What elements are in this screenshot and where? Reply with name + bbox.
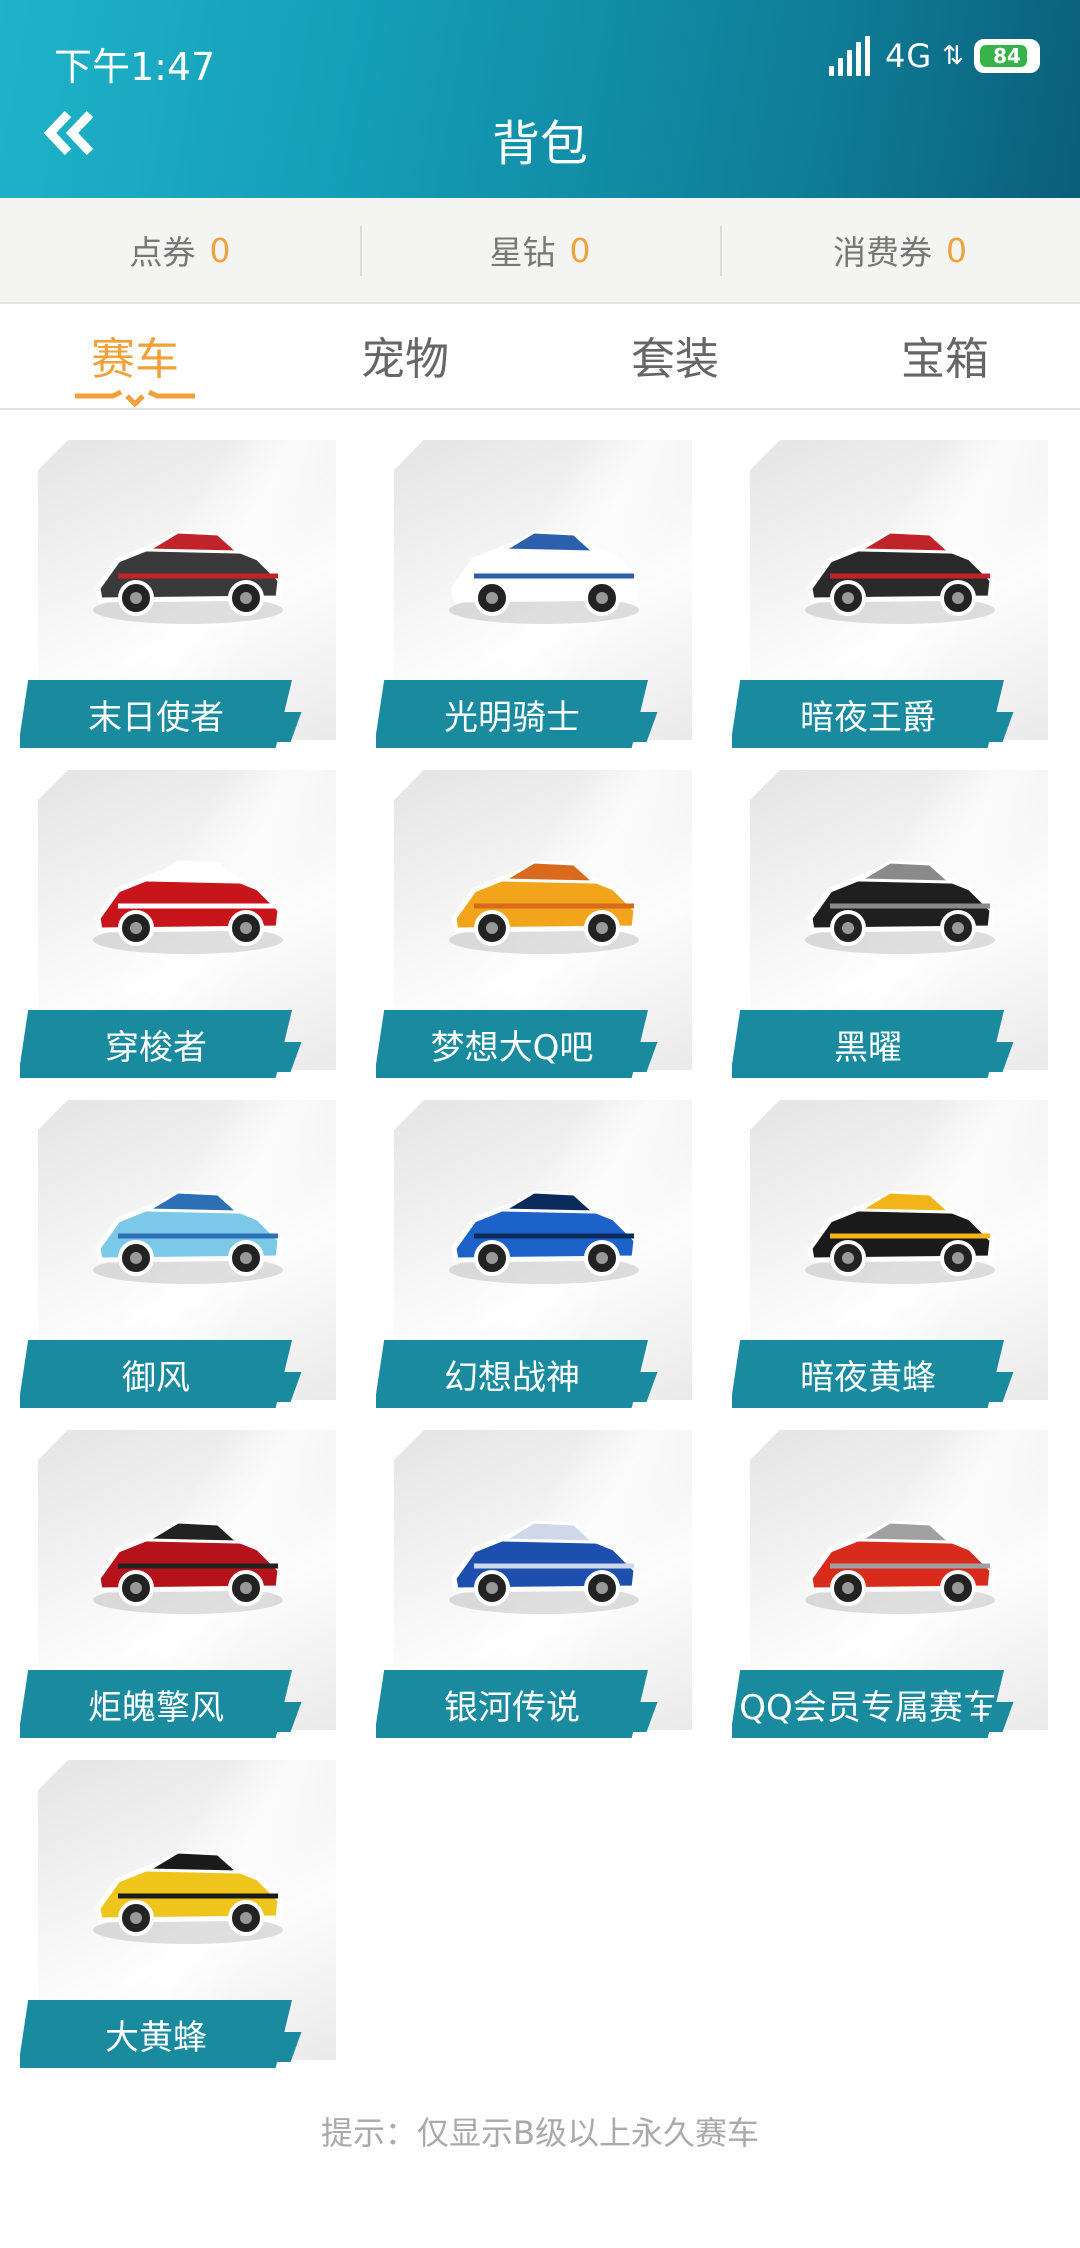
car-image — [449, 530, 639, 624]
tab-outfits[interactable]: 套装 — [540, 302, 810, 408]
data-transfer-icon: ⇅ — [942, 41, 964, 71]
car-image — [93, 1190, 283, 1284]
currency-value: 0 — [569, 230, 591, 270]
tab-pets[interactable]: 宠物 — [270, 302, 540, 408]
currency-dianquan: 点券 0 — [0, 198, 360, 302]
car-image — [93, 530, 283, 624]
tab-chests[interactable]: 宝箱 — [810, 302, 1080, 408]
network-type: 4G — [885, 37, 933, 75]
currency-label: 星钻 — [489, 233, 556, 272]
tab-label: 套装 — [631, 334, 719, 385]
car-item[interactable]: QQ会员专属赛车 — [732, 1430, 1052, 1740]
page-title: 背包 — [491, 116, 588, 172]
car-image — [805, 1520, 995, 1614]
car-image — [93, 860, 283, 954]
car-item[interactable]: 梦想大Q吧 — [376, 770, 696, 1080]
car-item[interactable]: 暗夜黄蜂 — [732, 1100, 1052, 1410]
car-image — [93, 1850, 283, 1944]
car-image — [805, 860, 995, 954]
tab-label: 宠物 — [361, 334, 449, 385]
car-image — [449, 860, 639, 954]
currency-xiaofeiquan: 消费券 0 — [720, 198, 1080, 302]
signal-icon — [829, 36, 875, 76]
car-item[interactable]: 御风 — [20, 1100, 340, 1410]
currency-xingzuan: 星钻 0 — [360, 198, 720, 302]
car-image — [449, 1520, 639, 1614]
status-icons: 4G ⇅ 84 — [829, 36, 1040, 76]
currency-value: 0 — [209, 230, 231, 270]
currency-value: 0 — [946, 230, 967, 270]
car-item[interactable]: 光明骑士 — [376, 440, 696, 750]
car-item[interactable]: 炬魄擎风 — [20, 1430, 340, 1740]
tab-label: 赛车 — [91, 334, 179, 385]
car-image — [805, 1190, 995, 1284]
car-image — [449, 1190, 639, 1284]
currency-label: 点券 — [129, 233, 196, 272]
car-item[interactable]: 末日使者 — [20, 440, 340, 750]
currency-bar: 点券 0 星钻 0 消费券 0 — [0, 198, 1080, 304]
car-item[interactable]: 大黄蜂 — [20, 1760, 340, 2070]
tab-label: 宝箱 — [901, 334, 989, 385]
car-image — [93, 1520, 283, 1614]
currency-label: 消费券 — [833, 233, 932, 272]
car-item[interactable]: 暗夜王爵 — [732, 440, 1052, 750]
car-item[interactable]: 银河传说 — [376, 1430, 696, 1740]
battery-level: 84 — [993, 44, 1021, 68]
car-item[interactable]: 黑曜 — [732, 770, 1052, 1080]
header: 下午1:47 4G ⇅ 84 背包 — [0, 0, 1080, 198]
hint-text: 提示：仅显示B级以上永久赛车 — [321, 2114, 759, 2152]
car-image — [805, 530, 995, 624]
tab-cars[interactable]: 赛车 — [0, 302, 270, 408]
car-item[interactable]: 穿梭者 — [20, 770, 340, 1080]
car-item[interactable]: 幻想战神 — [376, 1100, 696, 1410]
status-time: 下午1:47 — [54, 45, 216, 89]
tab-active-indicator — [75, 389, 195, 408]
battery-icon: 84 — [974, 39, 1040, 73]
category-tabs: 赛车 宠物 套装 宝箱 — [0, 302, 1080, 410]
